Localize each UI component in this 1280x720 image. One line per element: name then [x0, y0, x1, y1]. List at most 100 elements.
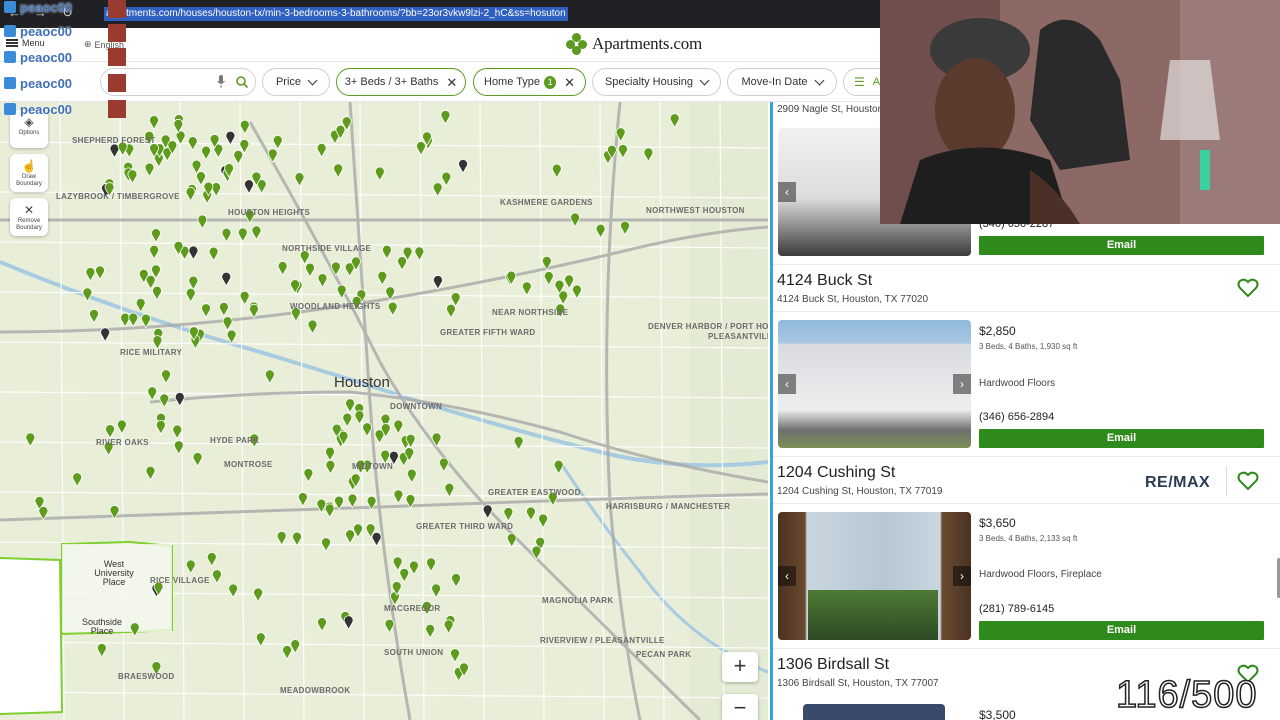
map-pin-icon[interactable] [128, 312, 139, 328]
map-pin-icon[interactable] [444, 482, 455, 498]
home-type-filter[interactable]: Home Type 1 ✕ [473, 68, 586, 96]
map-pin-icon[interactable] [173, 440, 184, 456]
zoom-out-button[interactable]: − [722, 694, 758, 720]
map-pin-icon[interactable] [342, 412, 353, 428]
draw-boundary-button[interactable]: ☝ Draw Boundary [10, 154, 48, 192]
map-pin-icon[interactable] [620, 220, 630, 236]
map-pin-icon[interactable] [211, 182, 222, 197]
map-pin-icon[interactable] [96, 643, 107, 658]
map-pin-icon[interactable] [303, 468, 314, 483]
map-pin-icon[interactable] [172, 424, 183, 440]
map-pin-icon[interactable] [458, 159, 468, 174]
map-pin-icon[interactable] [294, 172, 305, 187]
map-pin-icon[interactable] [564, 274, 574, 290]
map-pin-icon[interactable] [197, 214, 208, 230]
chevron-left-icon[interactable]: ‹ [778, 182, 796, 202]
beds-baths-filter[interactable]: 3+ Beds / 3+ Baths ✕ [336, 68, 466, 96]
map-pin-icon[interactable] [149, 244, 159, 260]
map-view[interactable]: SHEPHERD FOREST LAZYBROOK / TIMBERGROVE … [0, 102, 768, 720]
map-pin-icon[interactable] [239, 290, 250, 306]
map-pin-icon[interactable] [406, 468, 417, 484]
map-pin-icon[interactable] [374, 166, 385, 182]
map-pin-icon[interactable] [387, 301, 398, 317]
map-pin-icon[interactable] [503, 507, 514, 522]
map-pin-icon[interactable] [290, 639, 301, 654]
map-pin-icon[interactable] [185, 559, 196, 575]
map-pin-icon[interactable] [393, 489, 404, 505]
map-pin-icon[interactable] [382, 244, 392, 260]
map-pin-icon[interactable] [38, 506, 49, 521]
map-pin-icon[interactable] [321, 537, 331, 553]
chevron-right-icon[interactable]: › [953, 566, 971, 586]
map-pin-icon[interactable] [272, 135, 283, 150]
listing-photo[interactable]: ‹ › [778, 512, 971, 640]
map-pin-icon[interactable] [443, 619, 454, 635]
remove-boundary-button[interactable]: ✕ Remove Boundary [10, 198, 48, 236]
map-pin-icon[interactable] [345, 398, 355, 414]
map-pin-icon[interactable] [362, 422, 372, 438]
map-pin-icon[interactable] [399, 568, 410, 583]
map-pin-icon[interactable] [185, 186, 196, 202]
map-pin-icon[interactable] [225, 130, 236, 146]
move-in-date-filter[interactable]: Move-In Date [727, 68, 837, 96]
map-pin-icon[interactable] [264, 369, 275, 385]
map-pin-icon[interactable] [440, 110, 451, 125]
map-pin-icon[interactable] [433, 275, 443, 290]
map-pin-icon[interactable] [317, 617, 327, 632]
map-pin-icon[interactable] [233, 150, 244, 165]
map-pin-icon[interactable] [152, 285, 162, 301]
remove-filter-icon[interactable]: ✕ [564, 76, 575, 89]
map-pin-icon[interactable] [385, 286, 396, 302]
map-pin-icon[interactable] [305, 262, 315, 278]
map-pin-icon[interactable] [324, 503, 335, 519]
map-pin-icon[interactable] [201, 145, 211, 161]
map-pin-icon[interactable] [100, 327, 111, 343]
map-pin-icon[interactable] [145, 275, 156, 290]
listing-title[interactable]: 1204 Cushing St [777, 464, 942, 482]
listing-address[interactable]: 2909 Nagle St, Houston [777, 104, 883, 115]
map-pin-icon[interactable] [127, 169, 138, 185]
map-pin-icon[interactable] [120, 312, 130, 328]
map-pin-icon[interactable] [384, 618, 395, 634]
chevron-left-icon[interactable]: ‹ [778, 566, 796, 586]
map-pin-icon[interactable] [72, 472, 83, 488]
map-pin-icon[interactable] [405, 494, 416, 509]
email-button[interactable]: Email [979, 621, 1264, 640]
map-pin-icon[interactable] [426, 557, 436, 573]
map-pin-icon[interactable] [669, 113, 680, 129]
map-pin-icon[interactable] [336, 284, 347, 300]
map-pin-icon[interactable] [201, 303, 211, 319]
map-pin-icon[interactable] [85, 267, 96, 282]
map-pin-icon[interactable] [25, 432, 36, 448]
map-pin-icon[interactable] [615, 127, 626, 143]
map-pin-icon[interactable] [353, 523, 363, 539]
map-pin-icon[interactable] [482, 504, 493, 520]
map-pin-icon[interactable] [292, 531, 302, 547]
map-pin-icon[interactable] [446, 303, 456, 319]
map-pin-icon[interactable] [325, 446, 335, 462]
search-icon[interactable] [235, 75, 249, 89]
map-pin-icon[interactable] [451, 573, 461, 588]
map-pin-icon[interactable] [618, 144, 628, 159]
map-pin-icon[interactable] [221, 271, 232, 287]
map-pin-icon[interactable] [298, 492, 308, 507]
map-pin-icon[interactable] [392, 556, 403, 572]
map-pin-icon[interactable] [185, 287, 196, 303]
map-pin-icon[interactable] [572, 284, 582, 300]
map-pin-icon[interactable] [371, 532, 382, 547]
map-pin-icon[interactable] [95, 265, 105, 281]
map-pin-icon[interactable] [438, 457, 449, 473]
email-button[interactable]: Email [979, 429, 1264, 448]
map-pin-icon[interactable] [105, 424, 115, 439]
map-pin-icon[interactable] [347, 493, 358, 509]
map-pin-icon[interactable] [145, 465, 156, 481]
map-pin-icon[interactable] [432, 182, 443, 198]
map-pin-icon[interactable] [431, 432, 442, 448]
map-pin-icon[interactable] [144, 162, 155, 178]
map-pin-icon[interactable] [188, 245, 199, 261]
map-pin-icon[interactable] [212, 569, 222, 585]
listing-title[interactable]: 4124 Buck St [777, 272, 928, 290]
map-pin-icon[interactable] [141, 313, 151, 329]
map-pin-icon[interactable] [307, 319, 318, 335]
location-search-input[interactable] [111, 74, 211, 90]
